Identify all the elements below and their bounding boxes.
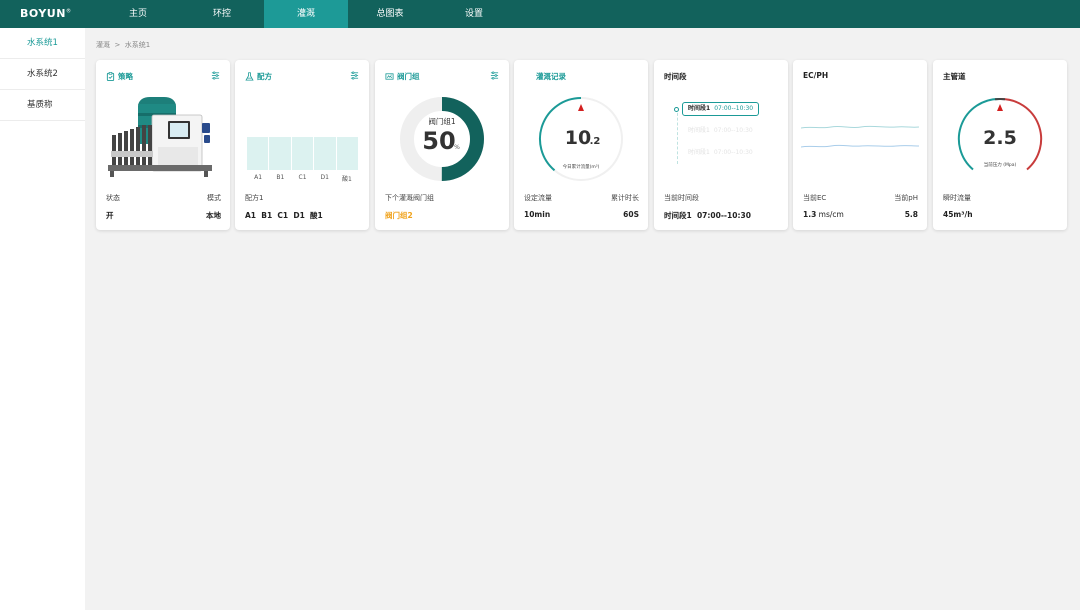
formula-bar-c1 <box>291 137 314 170</box>
total-duration-label: 累计时长 <box>611 194 639 202</box>
gauge-pointer-icon <box>578 104 584 111</box>
fertigation-machine-image <box>108 97 212 177</box>
next-valve-group-label: 下个灌溉阀门组 <box>385 194 434 202</box>
nav-item-settings[interactable]: 设置 <box>432 0 516 28</box>
formula-bar-label: B1 <box>276 174 285 181</box>
settings-menu-icon[interactable] <box>211 71 220 80</box>
formula-bar-d1 <box>314 137 336 170</box>
gauge-pointer-icon <box>997 104 1003 111</box>
breadcrumb-separator: > <box>114 41 121 49</box>
formula-components-value: A1 B1 C1 D1 酸1 <box>245 211 323 220</box>
flow-gauge-caption: 今日累计流量(m³) <box>563 163 600 170</box>
set-flow-value: 10min <box>524 210 551 219</box>
current-ph-label: 当前pH <box>894 194 918 202</box>
instant-flow-value: 45m³/h <box>943 210 973 219</box>
irrigation-record-card[interactable]: 灌溉记录 10 .2 今日累计流量(m³) 设定流量 累计时长 10min 60… <box>514 60 648 230</box>
next-valve-group-value: 阀门组2 <box>385 211 413 220</box>
ph-trend-line <box>801 144 919 148</box>
flow-gauge: 10 .2 今日累计流量(m³) <box>539 97 623 181</box>
formula-bars <box>247 137 359 170</box>
flask-icon <box>245 72 254 81</box>
formula-card[interactable]: 配方 A1 B1 C1 D1 酸1 配方1 A1 B1 C1 D1 酸1 <box>235 60 369 230</box>
mode-value: 本地 <box>206 211 221 220</box>
timeline-dot <box>674 107 679 112</box>
pressure-gauge: 2.5 当前压力 (Mpa) <box>957 97 1043 171</box>
formula-bar-b1 <box>269 137 291 170</box>
ec-trend-line <box>801 125 919 129</box>
breadcrumb: 灌溉 > 水系统1 <box>96 40 150 50</box>
sidebar-item-substrate-scale[interactable]: 基质称 <box>0 90 85 121</box>
valve-percent-unit: % <box>454 144 460 151</box>
breadcrumb-parent[interactable]: 灌溉 <box>96 41 110 49</box>
valve-group-card[interactable]: 阀门组 阀门组1 50 % 下个灌溉阀门组 阀门组2 <box>375 60 509 230</box>
formula-bar-label: A1 <box>254 174 263 181</box>
sidebar: 水系统1 水系统2 基质称 <box>0 28 85 610</box>
current-ec-label: 当前EC <box>803 194 827 202</box>
time-period-card[interactable]: 时间段 时间段1 07:00--10:30 时间段1 07:00--10:30 时间… <box>654 60 788 230</box>
top-bar: BOYUN® 主页 环控 灌溉 总图表 设置 <box>0 0 1080 28</box>
logo: BOYUN® <box>20 7 72 20</box>
main-nav: 主页 环控 灌溉 总图表 设置 <box>96 0 516 28</box>
current-ec-value: 1.3 ms/cm <box>803 210 844 219</box>
pressure-value: 2.5 <box>983 127 1017 149</box>
formula-bar-labels: A1 B1 C1 D1 酸1 <box>247 174 358 183</box>
ec-ph-card-title: EC/PH <box>803 71 829 80</box>
main-pipe-card-title: 主管道 <box>943 72 966 81</box>
mode-label: 模式 <box>207 194 221 202</box>
formula-card-title: 配方 <box>245 71 272 82</box>
ec-ph-trend-lines <box>801 125 919 148</box>
nav-item-charts[interactable]: 总图表 <box>348 0 432 28</box>
formula-bar-label: C1 <box>298 174 307 181</box>
strategy-card-title: 策略 <box>106 71 133 82</box>
valve-group-card-title: 阀门组 <box>385 71 420 82</box>
instant-flow-label: 瞬时流量 <box>943 194 971 202</box>
formula-bar-a1 <box>247 137 269 170</box>
breadcrumb-current: 水系统1 <box>124 41 151 49</box>
total-duration-value: 60S <box>623 210 639 219</box>
formula-name-label: 配方1 <box>245 194 264 202</box>
nav-item-climate[interactable]: 环控 <box>180 0 264 28</box>
time-period-item[interactable]: 时间段1 07:00--10:30 <box>682 147 753 161</box>
flow-gauge-decimal: .2 <box>590 136 601 147</box>
valve-progress-ring: 阀门组1 50 % <box>400 97 484 181</box>
clipboard-icon <box>106 72 115 81</box>
formula-bar-acid1 <box>336 137 359 170</box>
status-label: 状态 <box>106 194 120 202</box>
settings-menu-icon[interactable] <box>350 71 359 80</box>
sidebar-item-water-system-1[interactable]: 水系统1 <box>0 28 85 59</box>
settings-menu-icon[interactable] <box>490 71 499 80</box>
time-period-item[interactable]: 时间段1 07:00--10:30 <box>682 125 753 139</box>
formula-bar-label: D1 <box>320 174 329 181</box>
formula-bar-label: 酸1 <box>342 176 352 183</box>
time-period-timeline: 时间段1 07:00--10:30 时间段1 07:00--10:30 时间段1 07… <box>674 102 780 164</box>
set-flow-label: 设定流量 <box>524 194 552 202</box>
time-period-card-title: 时间段 <box>664 72 687 81</box>
pressure-caption: 当前压力 (Mpa) <box>984 161 1017 168</box>
main-pipe-card[interactable]: 主管道 2.5 当前压力 (Mpa) 瞬时流量 45m³/h <box>933 60 1067 230</box>
nav-item-irrigation[interactable]: 灌溉 <box>264 0 348 28</box>
valve-icon <box>385 73 394 80</box>
valve-center-label: 阀门组1 <box>428 116 455 126</box>
time-period-item[interactable]: 时间段1 07:00--10:30 <box>682 102 760 116</box>
current-ph-value: 5.8 <box>904 210 918 219</box>
valve-percent-value: 50 <box>422 127 455 155</box>
nav-item-home[interactable]: 主页 <box>96 0 180 28</box>
flow-gauge-integer: 10 <box>565 127 591 149</box>
ec-ph-card[interactable]: EC/PH 当前EC 当前pH 1.3 ms/cm 5.8 <box>793 60 927 230</box>
current-period-value: 时间段1 07:00--10:30 <box>664 211 751 220</box>
strategy-card[interactable]: 策略 状态 模式 开 本地 <box>96 60 230 230</box>
irrigation-record-card-title: 灌溉记录 <box>536 72 566 81</box>
sidebar-item-water-system-2[interactable]: 水系统2 <box>0 59 85 90</box>
status-value: 开 <box>106 211 114 220</box>
current-period-label: 当前时间段 <box>664 194 699 202</box>
